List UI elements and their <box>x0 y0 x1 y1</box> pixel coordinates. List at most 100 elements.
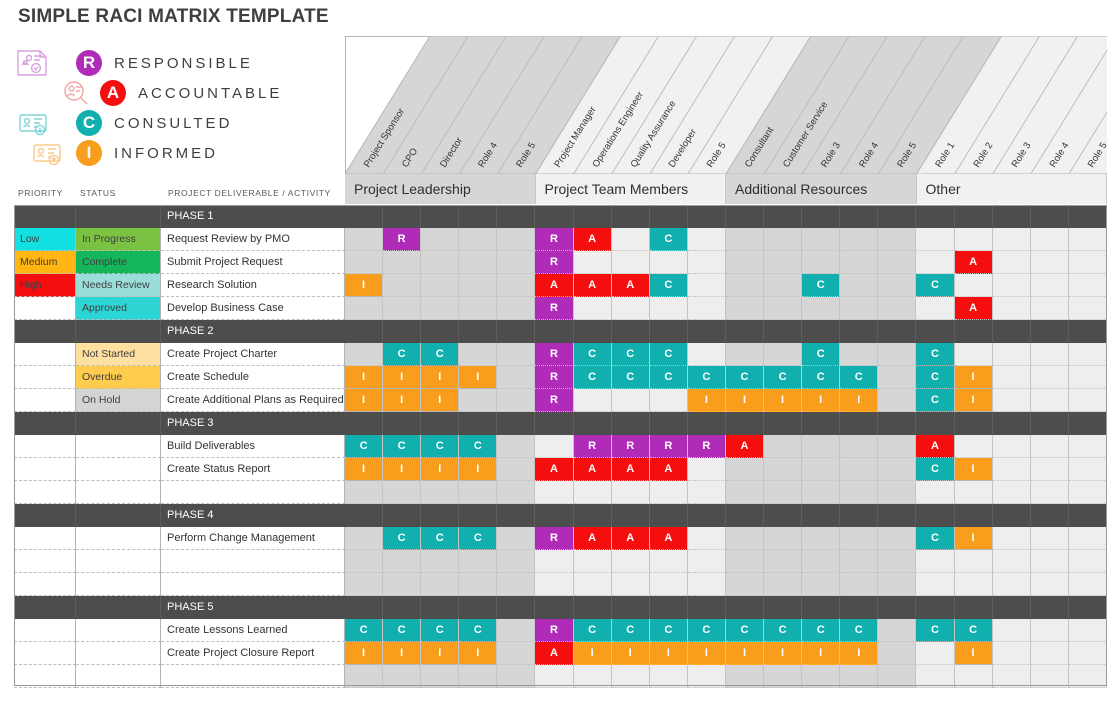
raci-cell[interactable] <box>840 205 879 228</box>
raci-cell[interactable]: C <box>954 619 993 642</box>
raci-cell[interactable] <box>1030 251 1069 274</box>
raci-cell[interactable] <box>954 320 993 343</box>
raci-cell[interactable] <box>611 389 650 412</box>
raci-cell[interactable] <box>687 550 726 573</box>
priority-cell[interactable] <box>14 665 76 688</box>
raci-cell[interactable] <box>535 481 574 504</box>
raci-cell[interactable] <box>383 205 422 228</box>
raci-cell[interactable] <box>345 228 384 251</box>
raci-cell[interactable] <box>954 573 993 596</box>
raci-cell[interactable] <box>573 504 612 527</box>
raci-cell[interactable] <box>459 320 498 343</box>
raci-cell[interactable]: C <box>687 366 726 389</box>
raci-cell[interactable] <box>764 435 803 458</box>
raci-cell[interactable] <box>1068 205 1107 228</box>
raci-cell[interactable] <box>878 389 917 412</box>
raci-cell[interactable]: R <box>535 343 574 366</box>
raci-cell[interactable] <box>345 297 384 320</box>
status-cell[interactable]: Approved <box>76 297 161 320</box>
raci-cell[interactable] <box>611 596 650 619</box>
raci-cell[interactable] <box>1068 297 1107 320</box>
raci-cell[interactable] <box>764 550 803 573</box>
activity-cell[interactable]: Develop Business Case <box>161 297 345 320</box>
raci-cell[interactable] <box>764 527 803 550</box>
raci-cell[interactable]: A <box>573 527 612 550</box>
raci-cell[interactable] <box>687 665 726 688</box>
raci-cell[interactable] <box>383 481 422 504</box>
raci-cell[interactable] <box>421 205 460 228</box>
raci-cell[interactable]: C <box>421 435 460 458</box>
raci-cell[interactable] <box>764 228 803 251</box>
raci-cell[interactable] <box>764 343 803 366</box>
raci-cell[interactable] <box>687 481 726 504</box>
raci-cell[interactable]: I <box>954 458 993 481</box>
raci-cell[interactable]: A <box>611 527 650 550</box>
raci-cell[interactable]: C <box>611 366 650 389</box>
raci-cell[interactable] <box>687 458 726 481</box>
raci-cell[interactable] <box>459 573 498 596</box>
raci-cell[interactable]: C <box>383 619 422 642</box>
raci-cell[interactable] <box>687 504 726 527</box>
raci-cell[interactable] <box>383 412 422 435</box>
activity-cell[interactable] <box>161 550 345 573</box>
raci-cell[interactable] <box>497 297 536 320</box>
raci-cell[interactable] <box>992 642 1031 665</box>
raci-cell[interactable]: C <box>725 366 765 389</box>
raci-cell[interactable] <box>421 228 460 251</box>
raci-cell[interactable] <box>497 435 536 458</box>
raci-cell[interactable] <box>1030 642 1069 665</box>
raci-cell[interactable]: R <box>611 435 650 458</box>
raci-cell[interactable] <box>1030 412 1069 435</box>
raci-cell[interactable] <box>954 435 993 458</box>
raci-cell[interactable] <box>1068 550 1107 573</box>
priority-cell[interactable]: High <box>14 274 76 297</box>
raci-cell[interactable] <box>878 481 917 504</box>
raci-cell[interactable] <box>573 481 612 504</box>
raci-cell[interactable]: I <box>383 366 422 389</box>
raci-cell[interactable] <box>764 320 803 343</box>
raci-cell[interactable] <box>649 596 688 619</box>
raci-cell[interactable]: C <box>459 435 498 458</box>
raci-cell[interactable] <box>573 573 612 596</box>
status-cell[interactable]: Not Started <box>76 343 161 366</box>
raci-cell[interactable] <box>1030 550 1069 573</box>
activity-cell[interactable]: Build Deliverables <box>161 435 345 458</box>
raci-cell[interactable] <box>421 596 460 619</box>
raci-cell[interactable] <box>1068 481 1107 504</box>
raci-cell[interactable] <box>421 297 460 320</box>
raci-cell[interactable] <box>497 412 536 435</box>
raci-cell[interactable] <box>1068 320 1107 343</box>
priority-cell[interactable] <box>14 205 76 228</box>
raci-cell[interactable] <box>764 481 803 504</box>
raci-cell[interactable] <box>992 320 1031 343</box>
raci-cell[interactable]: I <box>459 642 498 665</box>
raci-cell[interactable] <box>649 412 688 435</box>
raci-cell[interactable] <box>459 205 498 228</box>
raci-cell[interactable] <box>611 320 650 343</box>
raci-cell[interactable] <box>497 665 536 688</box>
raci-cell[interactable] <box>725 343 765 366</box>
raci-cell[interactable] <box>764 205 803 228</box>
raci-cell[interactable]: C <box>802 366 841 389</box>
raci-cell[interactable]: I <box>687 389 726 412</box>
raci-cell[interactable] <box>916 665 955 688</box>
raci-cell[interactable]: A <box>535 642 574 665</box>
raci-cell[interactable] <box>1068 389 1107 412</box>
raci-cell[interactable] <box>421 251 460 274</box>
raci-cell[interactable] <box>764 458 803 481</box>
activity-cell[interactable]: Create Project Closure Report <box>161 642 345 665</box>
raci-cell[interactable] <box>802 527 841 550</box>
raci-cell[interactable] <box>878 573 917 596</box>
raci-cell[interactable] <box>649 550 688 573</box>
raci-cell[interactable] <box>497 642 536 665</box>
raci-cell[interactable] <box>840 251 879 274</box>
status-cell[interactable]: In Progress <box>76 228 161 251</box>
raci-cell[interactable] <box>802 596 841 619</box>
raci-cell[interactable] <box>345 504 384 527</box>
raci-cell[interactable] <box>916 320 955 343</box>
raci-cell[interactable]: A <box>573 274 612 297</box>
raci-cell[interactable] <box>573 205 612 228</box>
raci-cell[interactable] <box>954 665 993 688</box>
raci-cell[interactable] <box>802 481 841 504</box>
raci-cell[interactable] <box>611 665 650 688</box>
